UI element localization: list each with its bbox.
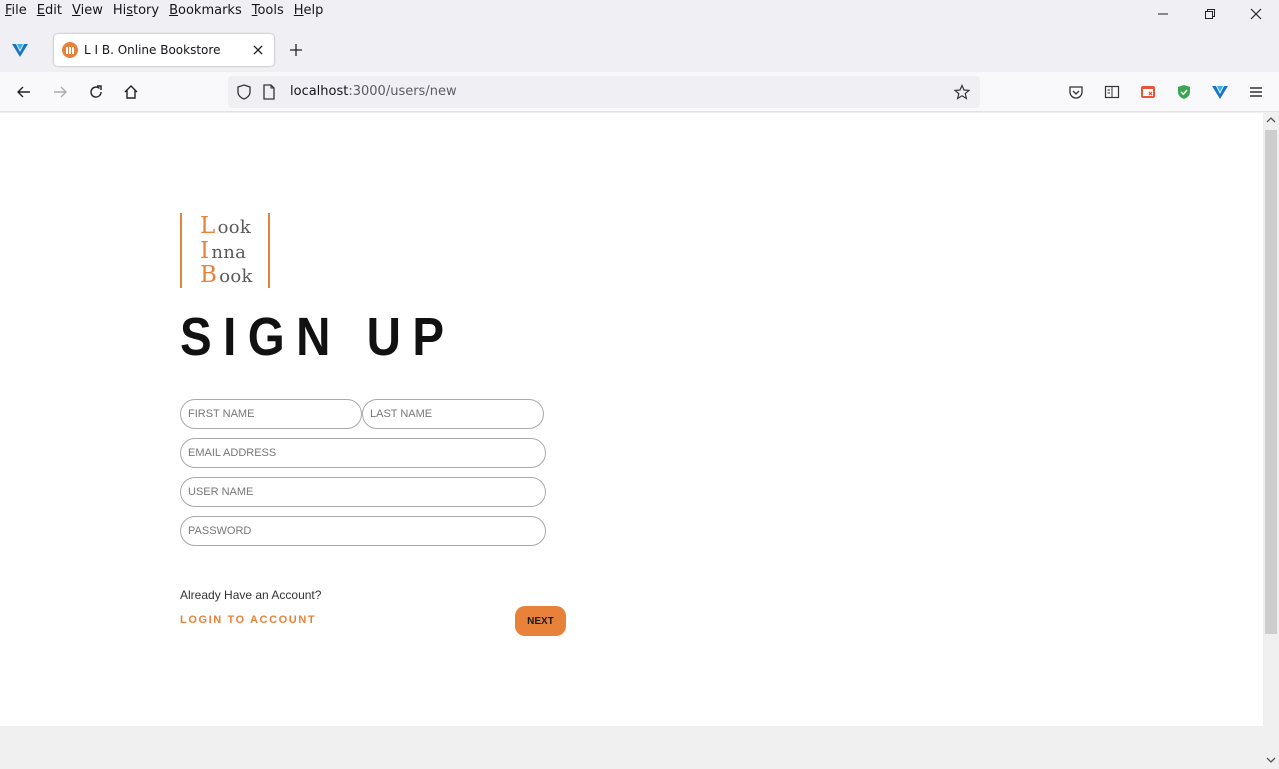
logo-line-inna: Inna	[200, 238, 247, 264]
email-field[interactable]	[180, 438, 546, 468]
shield-tracking-icon[interactable]	[236, 84, 252, 104]
restore-button[interactable]	[1187, 0, 1233, 28]
already-have-account-text: Already Have an Account?	[180, 588, 322, 602]
close-window-button[interactable]	[1233, 0, 1279, 28]
scroll-down-icon[interactable]	[1266, 756, 1276, 764]
close-icon	[1250, 8, 1262, 20]
tab-active[interactable]: L I B. Online Bookstore	[54, 34, 274, 66]
forward-arrow-icon	[54, 86, 67, 98]
page-info-icon[interactable]	[262, 84, 276, 104]
menu-view[interactable]: View	[67, 0, 108, 22]
tab-close-icon[interactable]	[250, 42, 266, 58]
menu-edit[interactable]: Edit	[32, 0, 67, 22]
v-logo-icon	[12, 44, 28, 57]
restore-icon	[1205, 9, 1215, 19]
address-bar[interactable]: localhost:3000/users/new	[228, 76, 980, 108]
app-menu-button[interactable]	[1244, 80, 1268, 104]
menu-tools[interactable]: Tools	[247, 0, 289, 22]
tab-strip: L I B. Online Bookstore	[0, 28, 1279, 72]
menu-bar: File Edit View History Bookmarks Tools H…	[0, 0, 1279, 22]
home-icon	[124, 85, 138, 99]
back-button[interactable]	[12, 80, 36, 104]
extension-icon	[1141, 86, 1155, 98]
scrollbar-thumb[interactable]	[1265, 130, 1277, 634]
menu-history[interactable]: History	[108, 0, 164, 22]
logo-line-book: Book	[200, 262, 253, 288]
reader-view-button[interactable]	[1100, 80, 1124, 104]
url-text[interactable]: localhost:3000/users/new	[290, 84, 457, 99]
username-field[interactable]	[180, 477, 546, 507]
pocket-icon	[1069, 86, 1083, 99]
reader-view-icon	[1104, 85, 1120, 99]
bookmark-star-icon[interactable]	[953, 84, 971, 104]
login-to-account-link[interactable]: LOGIN TO ACCOUNT	[180, 614, 316, 626]
reload-icon	[90, 85, 102, 98]
logo-line-look: Look	[200, 213, 252, 239]
minimize-button[interactable]	[1140, 0, 1186, 28]
navigation-toolbar: localhost:3000/users/new	[0, 72, 1279, 112]
hamburger-menu-icon	[1250, 87, 1262, 97]
new-tab-button[interactable]	[284, 38, 308, 62]
password-field[interactable]	[180, 516, 546, 546]
menu-file[interactable]: File	[0, 0, 32, 22]
last-name-field[interactable]	[362, 399, 544, 429]
home-button[interactable]	[119, 80, 143, 104]
pocket-button[interactable]	[1064, 80, 1088, 104]
shield-extension-icon	[1178, 85, 1190, 99]
first-name-field[interactable]	[180, 399, 362, 429]
back-arrow-icon	[17, 86, 30, 98]
shield-extension-button[interactable]	[1172, 80, 1196, 104]
forward-button[interactable]	[48, 80, 72, 104]
minimize-icon	[1158, 13, 1168, 15]
vivaldi-icon[interactable]	[8, 38, 32, 62]
tab-title: L I B. Online Bookstore	[84, 43, 221, 57]
next-button[interactable]: NEXT	[515, 606, 566, 636]
page-bottom-area	[0, 726, 1263, 769]
extension-button[interactable]	[1136, 80, 1160, 104]
vivaldi-extension-icon	[1212, 86, 1228, 99]
scroll-up-icon[interactable]	[1266, 116, 1276, 124]
menu-bookmarks[interactable]: Bookmarks	[164, 0, 247, 22]
site-logo: Look Inna Book	[180, 213, 270, 288]
page-title: SIGN UP	[180, 307, 456, 367]
bookstore-favicon-icon	[62, 42, 78, 58]
menu-help[interactable]: Help	[289, 0, 329, 22]
plus-icon	[290, 44, 302, 56]
reload-button[interactable]	[84, 80, 108, 104]
vivaldi-extension-button[interactable]	[1208, 80, 1232, 104]
